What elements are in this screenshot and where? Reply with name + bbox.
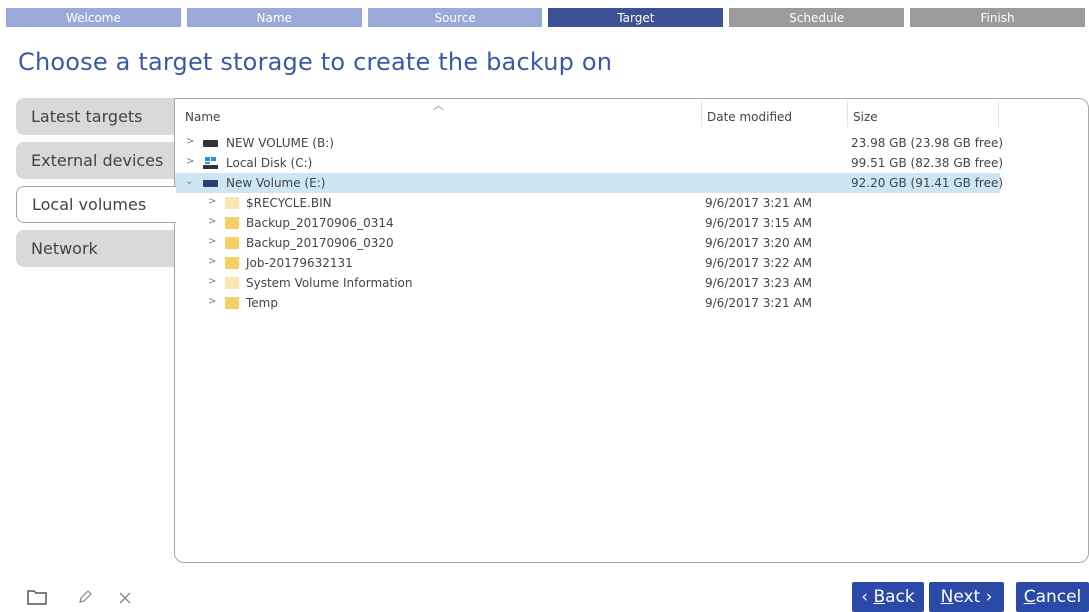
row-date: 9/6/2017 3:23 AM (705, 276, 813, 290)
column-divider[interactable] (847, 101, 848, 127)
delete-icon[interactable] (118, 590, 132, 609)
chevron-right-icon[interactable]: > (186, 136, 194, 147)
chevron-down-icon[interactable]: ⌄ (185, 176, 193, 187)
column-divider[interactable] (998, 101, 999, 127)
row-name: Backup_20170906_0314 (246, 216, 394, 230)
tree-rows: > NEW VOLUME (B:) 23.98 GB (23.98 GB fre… (175, 133, 1088, 313)
file-tree-panel: ︿ Name Date modified Size > NEW VOLUME (… (174, 98, 1089, 563)
chevron-right-icon[interactable]: > (208, 276, 216, 287)
back-prefix: ‹ (861, 587, 874, 607)
folder-icon (225, 217, 239, 229)
row-size: 23.98 GB (23.98 GB free) (851, 136, 1004, 150)
wizard-steps: Welcome Name Source Target Schedule Fini… (0, 0, 1089, 27)
row-name: Temp (246, 296, 278, 310)
row-date: 9/6/2017 3:22 AM (705, 256, 813, 270)
column-header: ︿ Name Date modified Size (175, 99, 999, 127)
step-welcome: Welcome (6, 8, 181, 27)
step-finish: Finish (910, 8, 1085, 27)
rename-icon[interactable] (77, 589, 93, 609)
new-folder-icon[interactable] (27, 589, 47, 609)
row-date: 9/6/2017 3:15 AM (705, 216, 813, 230)
folder-pale-icon (225, 197, 239, 209)
cancel-key: C (1023, 587, 1036, 607)
chevron-right-icon[interactable]: > (208, 216, 216, 227)
column-date-modified[interactable]: Date modified (707, 99, 792, 127)
tree-row-folder[interactable]: > Backup_20170906_0320 9/6/2017 3:20 AM (175, 233, 1088, 253)
tab-network[interactable]: Network (16, 230, 176, 267)
back-key: B (873, 587, 886, 607)
back-rest: ack (885, 587, 915, 607)
row-date: 9/6/2017 3:21 AM (705, 296, 813, 310)
row-name: $RECYCLE.BIN (246, 196, 332, 210)
row-name: Backup_20170906_0320 (246, 236, 394, 250)
row-name: System Volume Information (246, 276, 413, 290)
step-schedule: Schedule (729, 8, 905, 27)
cancel-rest: ancel (1035, 587, 1082, 607)
step-target: Target (548, 8, 724, 27)
cancel-button[interactable]: Cancel (1016, 582, 1089, 612)
row-name: New Volume (E:) (226, 176, 326, 190)
tab-local-volumes[interactable]: Local volumes (16, 186, 176, 223)
row-size: 99.51 GB (82.38 GB free) (851, 156, 1004, 170)
target-tabs: Latest targets External devices Local vo… (16, 98, 176, 274)
next-rest: ext (953, 587, 981, 607)
chevron-right-icon[interactable]: > (208, 196, 216, 207)
next-key: N (940, 587, 954, 607)
tree-row-folder[interactable]: > $RECYCLE.BIN 9/6/2017 3:21 AM (175, 193, 1088, 213)
chevron-right-icon[interactable]: > (186, 156, 194, 167)
tree-row-folder[interactable]: > Temp 9/6/2017 3:21 AM (175, 293, 1088, 313)
sort-caret-icon: ︿ (433, 99, 444, 112)
row-name: Local Disk (C:) (226, 156, 313, 170)
tab-latest-targets[interactable]: Latest targets (16, 98, 176, 135)
tree-row-folder[interactable]: > System Volume Information 9/6/2017 3:2… (175, 273, 1088, 293)
page-title: Choose a target storage to create the ba… (18, 48, 613, 76)
chevron-right-icon[interactable]: > (208, 236, 216, 247)
row-date: 9/6/2017 3:21 AM (705, 196, 813, 210)
column-size[interactable]: Size (853, 99, 878, 127)
folder-pale-icon (225, 277, 239, 289)
folder-icon (225, 237, 239, 249)
row-size: 92.20 GB (91.41 GB free) (851, 176, 1004, 190)
row-name: NEW VOLUME (B:) (226, 136, 334, 150)
row-name: Job-20179632131 (246, 256, 353, 270)
tree-row-folder[interactable]: > Backup_20170906_0314 9/6/2017 3:15 AM (175, 213, 1088, 233)
row-date: 9/6/2017 3:20 AM (705, 236, 813, 250)
tab-external-devices[interactable]: External devices (16, 142, 176, 179)
folder-icon (225, 297, 239, 309)
step-source: Source (367, 8, 543, 27)
tree-row-drive-e[interactable]: ⌄ New Volume (E:) 92.20 GB (91.41 GB fre… (175, 173, 1004, 193)
drive-icon (203, 177, 218, 187)
windows-drive-icon (203, 157, 218, 169)
folder-icon (225, 257, 239, 269)
step-name: Name (186, 8, 362, 27)
column-name[interactable]: Name (185, 99, 220, 127)
drive-icon (203, 137, 218, 147)
chevron-right-icon[interactable]: > (208, 296, 216, 307)
chevron-right-icon[interactable]: > (208, 256, 216, 267)
tree-row-drive-c[interactable]: > Local Disk (C:) 99.51 GB (82.38 GB fre… (175, 153, 1088, 173)
tree-row-drive-b[interactable]: > NEW VOLUME (B:) 23.98 GB (23.98 GB fre… (175, 133, 1088, 153)
tree-row-folder[interactable]: > Job-20179632131 9/6/2017 3:22 AM (175, 253, 1088, 273)
column-divider[interactable] (701, 101, 702, 127)
next-suffix: › (980, 587, 993, 607)
back-button[interactable]: ‹ Back (852, 582, 924, 612)
next-button[interactable]: Next › (929, 582, 1004, 612)
